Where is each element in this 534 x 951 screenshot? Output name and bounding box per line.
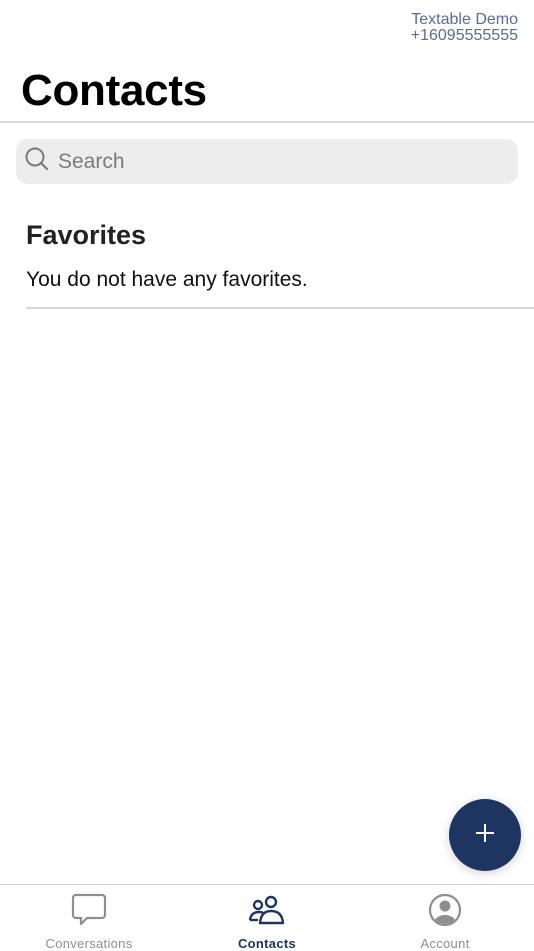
- account-name: Textable Demo: [411, 11, 518, 28]
- add-contact-button[interactable]: [449, 799, 521, 871]
- plus-icon: [474, 822, 496, 849]
- search-bar[interactable]: [16, 139, 518, 184]
- favorites-title: Favorites: [26, 220, 147, 250]
- people-icon: [247, 893, 287, 932]
- tab-label: Account: [420, 936, 470, 951]
- search-input[interactable]: [56, 148, 480, 175]
- header-divider: [0, 121, 534, 123]
- tab-account[interactable]: Account: [356, 885, 534, 951]
- search-icon: [16, 146, 50, 177]
- chat-bubble-icon: [71, 893, 107, 932]
- tab-conversations[interactable]: Conversations: [0, 885, 178, 951]
- page-title: Contacts: [21, 66, 207, 115]
- account-circle-icon: [428, 893, 462, 932]
- favorites-empty-message: You do not have any favorites.: [26, 268, 308, 291]
- tab-label: Conversations: [45, 936, 133, 951]
- account-info: Textable Demo +16095555555: [411, 12, 518, 44]
- favorites-divider: [26, 307, 534, 309]
- tab-label: Contacts: [237, 936, 297, 951]
- tab-contacts[interactable]: Contacts: [178, 885, 356, 951]
- tab-bar: Conversations Contacts Account: [0, 884, 534, 951]
- account-phone-number: +16095555555: [410, 27, 518, 44]
